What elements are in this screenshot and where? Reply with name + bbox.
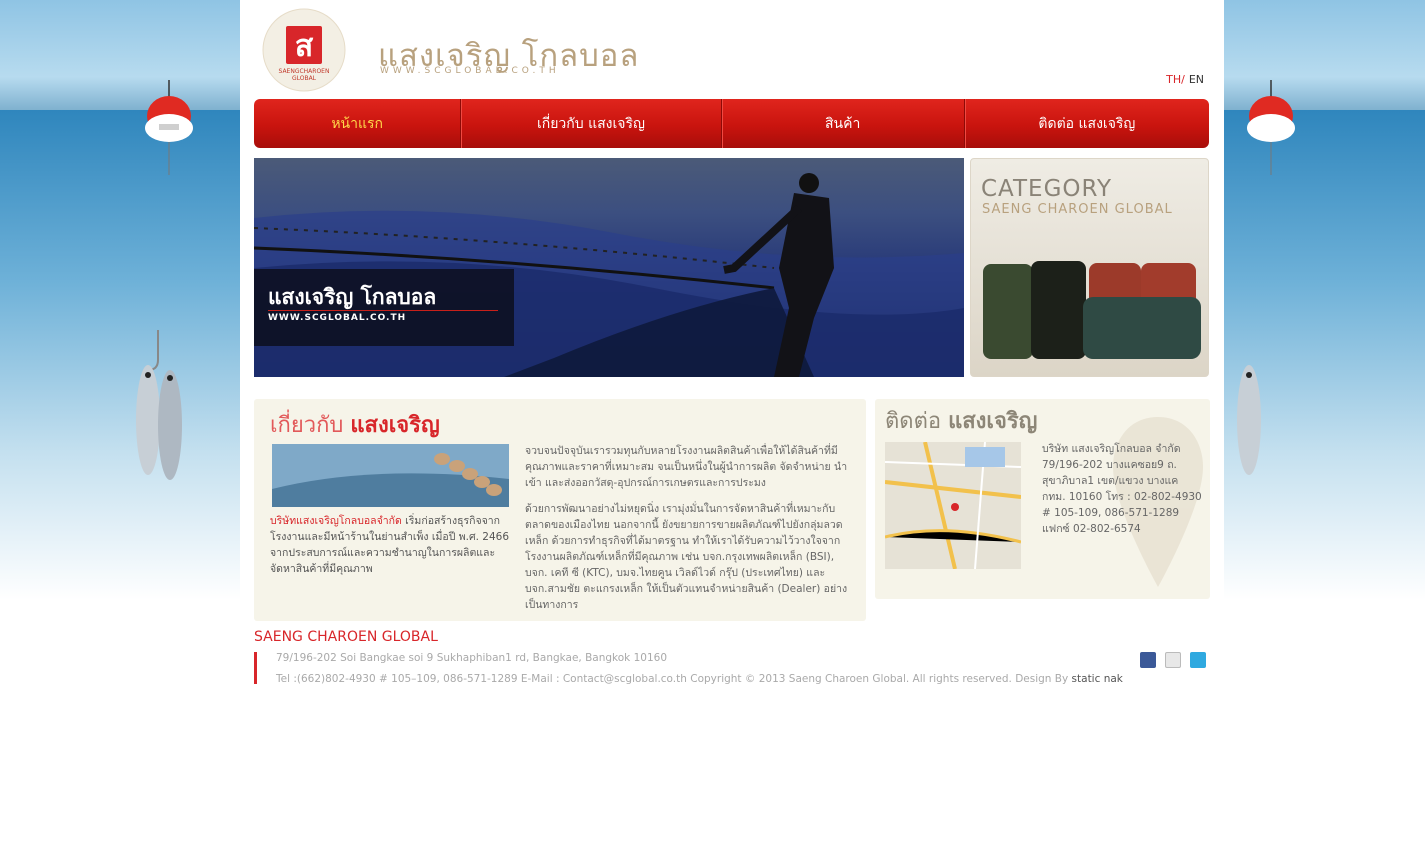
fishing-nets-image [983, 261, 1201, 359]
company-logo[interactable]: ส SAENGCHAROEN GLOBAL [262, 8, 346, 92]
main-nav: หน้าแรก เกี่ยวกับ แสงเจริญ สินค้า ติดต่อ… [254, 99, 1209, 148]
category-box[interactable]: CATEGORY SAENG CHAROEN GLOBAL [970, 158, 1209, 377]
category-title: CATEGORY [981, 176, 1113, 202]
nav-about[interactable]: เกี่ยวกับ แสงเจริญ [461, 99, 722, 148]
svg-text:ส: ส [295, 29, 314, 64]
page-container: ส SAENGCHAROEN GLOBAL แสงเจริญ โกลบอล WW… [240, 0, 1224, 863]
company-name: บริษัทแสงเจริญโกลบอลจำกัด [270, 515, 402, 527]
nav-products[interactable]: สินค้า [722, 99, 965, 148]
about-intro: บริษัทแสงเจริญโกลบอลจำกัด เริ่มก่อสร้างธ… [270, 515, 510, 575]
contact-section: ติดต่อ แสงเจริญ บริษัท แสงเจริญโกลบอล จำ… [875, 399, 1210, 599]
category-subtitle: SAENG CHAROEN GLOBAL [982, 202, 1173, 217]
fish-hook-image [136, 330, 182, 480]
about-section: เกี่ยวกับ แสงเจริญ บริษัทแสงเจริญโกลบอลจ… [254, 399, 866, 621]
footer-accent-bar [254, 652, 257, 684]
banner-caption: แสงเจริญ โกลบอล WWW.SCGLOBAL.CO.TH [254, 269, 514, 346]
social-links [1140, 652, 1206, 668]
language-switch: TH/EN [1166, 73, 1204, 86]
footer-title: SAENG CHAROEN GLOBAL [254, 629, 438, 645]
about-heading: เกี่ยวกับ แสงเจริญ [270, 413, 440, 438]
location-map[interactable] [885, 442, 1021, 569]
hero-banner[interactable]: แสงเจริญ โกลบอล WWW.SCGLOBAL.CO.TH [254, 158, 964, 377]
footer-address: 79/196-202 Soi Bangkae soi 9 Sukhaphiban… [276, 652, 668, 664]
banner-url: WWW.SCGLOBAL.CO.TH [268, 313, 407, 323]
contact-heading: ติดต่อ แสงเจริญ [885, 409, 1038, 434]
about-paragraph-2: ด้วยการพัฒนาอย่างไม่หยุดนิ่ง เรามุ่งมั่น… [525, 503, 848, 611]
facebook-icon[interactable] [1140, 652, 1156, 668]
fishing-float-image [145, 80, 193, 175]
about-paragraph-1: จวบจนปัจจุบันเรารวมทุนกับหลายโรงงานผลิตส… [525, 445, 848, 489]
background-right [1224, 0, 1425, 600]
site-url: WWW.SCGLOBAL.CO.TH [380, 66, 560, 76]
nav-contact[interactable]: ติดต่อ แสงเจริญ [965, 99, 1209, 148]
designer-link[interactable]: static nak [1072, 673, 1123, 685]
twitter-icon[interactable] [1190, 652, 1206, 668]
nav-home[interactable]: หน้าแรก [254, 99, 462, 148]
net-floats-image [272, 444, 509, 507]
banner-divider [268, 310, 498, 311]
background-left [0, 0, 240, 600]
contact-details: บริษัท แสงเจริญโกลบอล จำกัด 79/196-202 บ… [1042, 443, 1202, 535]
svg-text:GLOBAL: GLOBAL [292, 75, 317, 82]
footer-contact-line: Tel :(662)802-4930 # 105–109, 086-571-12… [276, 673, 1123, 685]
fish-hook-image [1237, 365, 1261, 475]
lang-en-link[interactable]: EN [1189, 73, 1204, 86]
fishing-float-image [1247, 80, 1295, 175]
lang-th-link[interactable]: TH/ [1166, 73, 1185, 86]
email-icon[interactable] [1165, 652, 1181, 668]
logo-text: SAENGCHAROEN [279, 68, 330, 75]
